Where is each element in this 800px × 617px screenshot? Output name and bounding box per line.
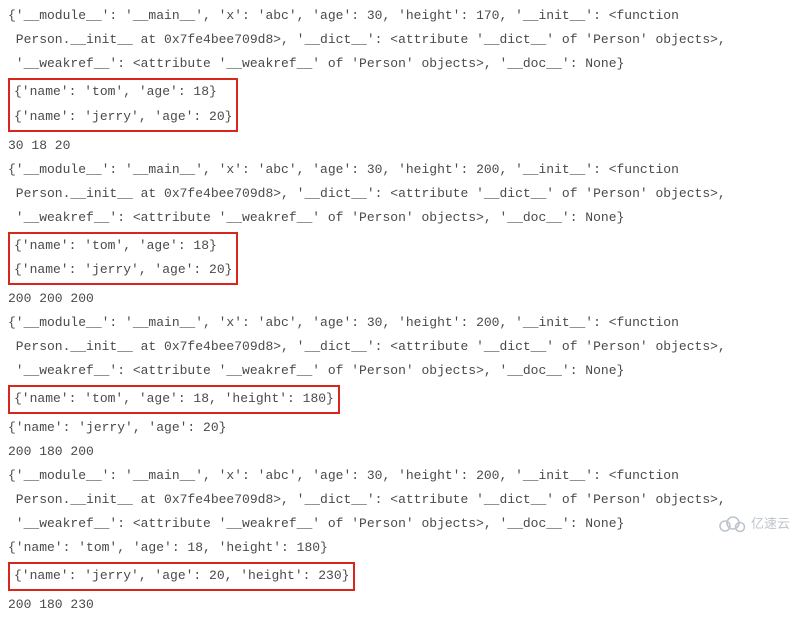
output-line: 200 200 200 (8, 287, 792, 311)
output-line: {'name': 'tom', 'age': 18} (14, 80, 232, 105)
output-line: {'name': 'jerry', 'age': 20} (14, 105, 232, 130)
output-line: Person.__init__ at 0x7fe4bee709d8>, '__d… (8, 488, 792, 512)
output-line: {'name': 'jerry', 'age': 20, 'height': 2… (14, 564, 349, 589)
output-line: {'__module__': '__main__', 'x': 'abc', '… (8, 464, 792, 488)
output-line: Person.__init__ at 0x7fe4bee709d8>, '__d… (8, 28, 792, 52)
output-line: 200 180 200 (8, 440, 792, 464)
highlight-box: {'name': 'tom', 'age': 18, 'height': 180… (8, 385, 340, 414)
watermark: 亿速云 (717, 512, 790, 536)
output-line: {'name': 'jerry', 'age': 20} (8, 416, 792, 440)
output-line: {'name': 'tom', 'age': 18, 'height': 180… (8, 536, 792, 560)
output-line: Person.__init__ at 0x7fe4bee709d8>, '__d… (8, 335, 792, 359)
highlight-box: {'name': 'tom', 'age': 18} {'name': 'jer… (8, 232, 238, 285)
output-line: 30 18 20 (8, 134, 792, 158)
output-line: {'name': 'tom', 'age': 18, 'height': 180… (14, 387, 334, 412)
output-line: '__weakref__': <attribute '__weakref__' … (8, 206, 792, 230)
output-line: Person.__init__ at 0x7fe4bee709d8>, '__d… (8, 182, 792, 206)
output-line: {'__module__': '__main__', 'x': 'abc', '… (8, 158, 792, 182)
output-line: {'name': 'tom', 'age': 18} (14, 234, 232, 259)
highlight-box: {'name': 'tom', 'age': 18} {'name': 'jer… (8, 78, 238, 131)
highlight-box: {'name': 'jerry', 'age': 20, 'height': 2… (8, 562, 355, 591)
output-line: {'__module__': '__main__', 'x': 'abc', '… (8, 311, 792, 335)
cloud-icon (717, 515, 747, 533)
output-line: '__weakref__': <attribute '__weakref__' … (8, 52, 792, 76)
output-line: '__weakref__': <attribute '__weakref__' … (8, 512, 792, 536)
output-line: '__weakref__': <attribute '__weakref__' … (8, 359, 792, 383)
output-line: {'__module__': '__main__', 'x': 'abc', '… (8, 4, 792, 28)
watermark-text: 亿速云 (751, 512, 790, 536)
output-line: {'name': 'jerry', 'age': 20} (14, 258, 232, 283)
output-line: 200 180 230 (8, 593, 792, 617)
